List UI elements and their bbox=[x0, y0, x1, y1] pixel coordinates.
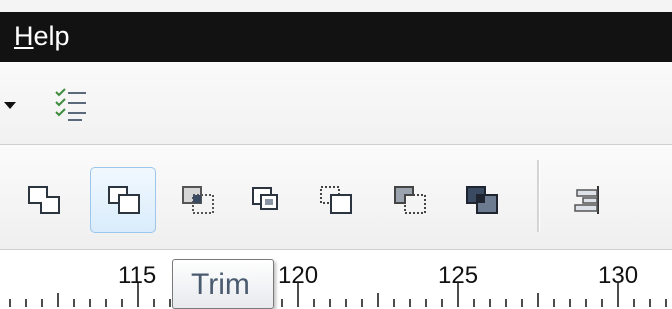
align-distribute-icon bbox=[574, 186, 599, 214]
ruler-ticks bbox=[9, 283, 667, 307]
horizontal-ruler[interactable]: 115 120 125 130 bbox=[0, 250, 672, 307]
checklist-icon[interactable] bbox=[52, 84, 92, 124]
create-boundary-button[interactable] bbox=[448, 167, 514, 233]
back-minus-front-icon bbox=[394, 186, 426, 214]
intersect-button[interactable] bbox=[164, 167, 230, 233]
front-minus-back-button[interactable] bbox=[302, 167, 368, 233]
create-boundary-icon bbox=[466, 186, 498, 214]
weld-icon bbox=[28, 186, 60, 214]
simplify-button[interactable] bbox=[232, 167, 298, 233]
simplify-icon bbox=[252, 187, 278, 210]
menu-help-label: elp bbox=[33, 21, 70, 51]
shaping-toolbar bbox=[0, 145, 672, 250]
menu-help[interactable]: Help bbox=[14, 20, 70, 52]
trim-button[interactable] bbox=[90, 167, 156, 233]
trim-tooltip: Trim bbox=[172, 259, 274, 309]
dropdown-arrow-icon[interactable] bbox=[4, 102, 16, 109]
menu-bar: Help bbox=[0, 12, 672, 62]
back-minus-front-button[interactable] bbox=[376, 167, 442, 233]
top-strip bbox=[0, 0, 672, 12]
align-distribute-button[interactable] bbox=[554, 167, 620, 233]
weld-button[interactable] bbox=[10, 167, 76, 233]
property-toolbar bbox=[0, 62, 672, 145]
trim-icon bbox=[108, 186, 140, 214]
intersect-icon bbox=[182, 186, 214, 214]
toolbar-separator bbox=[537, 160, 540, 232]
front-minus-back-icon bbox=[320, 186, 352, 214]
tooltip-text: Trim bbox=[191, 268, 250, 301]
menu-help-mnemonic: H bbox=[14, 21, 34, 51]
